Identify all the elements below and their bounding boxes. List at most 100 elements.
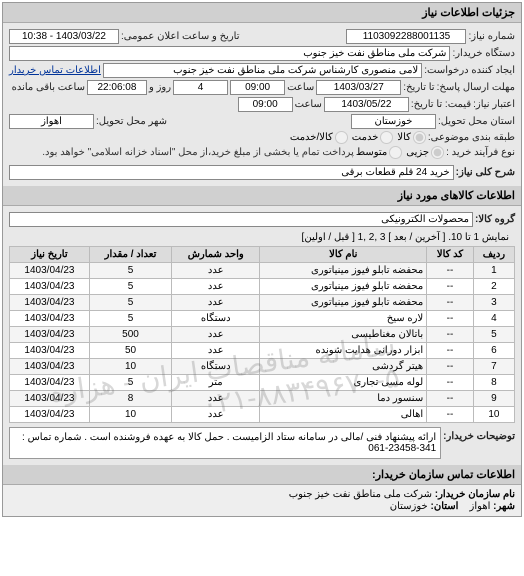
remain-label: ساعت باقی مانده — [12, 82, 85, 93]
cell-unit: دستگاه — [172, 359, 260, 375]
cell-name: محفضه تابلو فیوز مینیاتوری — [260, 295, 427, 311]
radio-goods[interactable]: کالا — [397, 131, 426, 144]
state-value: خوزستان — [390, 501, 428, 512]
cell-unit: عدد — [172, 263, 260, 279]
days-label: روز و — [149, 82, 171, 93]
cell-qty: 5 — [89, 311, 171, 327]
cell-qty: 50 — [89, 343, 171, 359]
days-remain: 4 — [173, 80, 228, 95]
pager-links[interactable]: [ آخرین / بعد ] 3 ,2 ,1 [ قبل / اولین] — [302, 232, 446, 243]
cell-n: 10 — [473, 407, 514, 423]
process-label: نوع فرآیند خرید : — [446, 147, 515, 158]
col-row: ردیف — [473, 247, 514, 263]
cell-name: سنسور دما — [260, 391, 427, 407]
desc-label: توضیحات خریدار: — [443, 427, 515, 442]
items-section-title: اطلاعات کالاهای مورد نیاز — [3, 186, 521, 206]
cell-qty: 5 — [89, 295, 171, 311]
table-row: 4--لاره سیخدستگاه51403/04/23 — [10, 311, 515, 327]
cell-date: 1403/04/23 — [10, 343, 90, 359]
cell-name: ابزار دورانی هدایت شونده — [260, 343, 427, 359]
cell-name: هیتر گردشی — [260, 359, 427, 375]
cell-qty: 5 — [89, 263, 171, 279]
cell-date: 1403/04/23 — [10, 327, 90, 343]
table-row: 6--ابزار دورانی هدایت شوندهعدد501403/04/… — [10, 343, 515, 359]
delivery-state: خوزستان — [351, 114, 436, 129]
table-row: 2--محفضه تابلو فیوز مینیاتوریعدد51403/04… — [10, 279, 515, 295]
buyer-contact-link[interactable]: اطلاعات تماس خریدار — [9, 65, 101, 76]
table-row: 3--محفضه تابلو فیوز مینیاتوریعدد51403/04… — [10, 295, 515, 311]
cell-qty: 8 — [89, 391, 171, 407]
city-value: اهواز — [470, 501, 491, 512]
need-no-value: 1103092288001135 — [346, 29, 466, 44]
cell-date: 1403/04/23 — [10, 295, 90, 311]
cell-name: لاره سیخ — [260, 311, 427, 327]
cell-code: -- — [427, 327, 474, 343]
buyer-org-label: دستگاه خریدار: — [452, 48, 515, 59]
cell-qty: 10 — [89, 359, 171, 375]
cell-n: 3 — [473, 295, 514, 311]
cell-date: 1403/04/23 — [10, 311, 90, 327]
delivery-city: اهواز — [9, 114, 94, 129]
radio-service[interactable]: خدمت — [352, 131, 394, 144]
cell-date: 1403/04/23 — [10, 359, 90, 375]
cell-unit: دستگاه — [172, 311, 260, 327]
validity-to-label: قیمت: تا تاریخ: — [411, 99, 471, 110]
requester-value: لامی منصوری کارشناس شرکت ملی مناطق نفت خ… — [103, 63, 422, 78]
state-label: استان: — [431, 501, 459, 512]
cell-name: محفضه تابلو فیوز مینیاتوری — [260, 279, 427, 295]
cell-qty: 10 — [89, 407, 171, 423]
delivery-state-label: استان محل تحویل: — [438, 116, 515, 127]
cell-unit: متر — [172, 375, 260, 391]
table-row: 8--لوله مسی تجاریمتر51403/04/23 — [10, 375, 515, 391]
deadline-date: 1403/03/27 — [316, 80, 401, 95]
cell-n: 7 — [473, 359, 514, 375]
cell-code: -- — [427, 263, 474, 279]
cell-name: لوله مسی تجاری — [260, 375, 427, 391]
cell-code: -- — [427, 375, 474, 391]
cell-code: -- — [427, 279, 474, 295]
remain-time: 22:06:08 — [87, 80, 147, 95]
col-date: تاریخ نیاز — [10, 247, 90, 263]
cell-unit: عدد — [172, 295, 260, 311]
group-value: محصولات الکترونیکی — [9, 212, 473, 227]
subject-value: خرید 24 قلم قطعات برقی — [9, 165, 454, 180]
deadline-label: مهلت ارسال پاسخ: — [437, 82, 515, 93]
cell-name: اهالی — [260, 407, 427, 423]
cell-code: -- — [427, 359, 474, 375]
delivery-city-label: شهر محل تحویل: — [96, 116, 167, 127]
cell-n: 1 — [473, 263, 514, 279]
cell-date: 1403/04/23 — [10, 375, 90, 391]
table-row: 7--هیتر گردشیدستگاه101403/04/23 — [10, 359, 515, 375]
cell-name: محفضه تابلو فیوز مینیاتوری — [260, 263, 427, 279]
cell-n: 8 — [473, 375, 514, 391]
cell-unit: عدد — [172, 391, 260, 407]
cell-qty: 5 — [89, 279, 171, 295]
radio-medium[interactable]: متوسط — [356, 146, 402, 159]
radio-goods-service[interactable]: کالا/خدمت — [290, 131, 348, 144]
org-contact-title: اطلاعات تماس سازمان خریدار: — [3, 465, 521, 485]
pager: نمایش 1 تا 10. [ آخرین / بعد ] 3 ,2 ,1 [… — [9, 229, 515, 246]
time-label-2: ساعت — [295, 99, 322, 110]
cell-date: 1403/04/23 — [10, 263, 90, 279]
cell-date: 1403/04/23 — [10, 407, 90, 423]
table-row: 10--اهالیعدد101403/04/23 — [10, 407, 515, 423]
category-radio-group: کالا خدمت کالا/خدمت — [290, 131, 426, 144]
cell-code: -- — [427, 391, 474, 407]
col-qty: تعداد / مقدار — [89, 247, 171, 263]
cell-code: -- — [427, 295, 474, 311]
cell-unit: عدد — [172, 279, 260, 295]
city-label: شهر: — [493, 501, 515, 512]
cell-code: -- — [427, 343, 474, 359]
process-note: پرداخت تمام یا بخشی از مبلغ خرید،از محل … — [42, 147, 354, 158]
table-row: 9--سنسور دماعدد81403/04/23 — [10, 391, 515, 407]
announce-value: 1403/03/22 - 10:38 — [9, 29, 119, 44]
org-value: شرکت ملی مناطق نفت خیز جنوب — [289, 489, 432, 500]
col-unit: واحد شمارش — [172, 247, 260, 263]
requester-label: ایجاد کننده درخواست: — [424, 65, 515, 76]
cell-n: 5 — [473, 327, 514, 343]
cell-n: 4 — [473, 311, 514, 327]
radio-minor[interactable]: جزیی — [406, 146, 444, 159]
buyer-org-value: شرکت ملی مناطق نفت خیز جنوب — [9, 46, 450, 61]
page-title: جزئیات اطلاعات نیاز — [3, 3, 521, 23]
validity-date: 1403/05/22 — [324, 97, 409, 112]
